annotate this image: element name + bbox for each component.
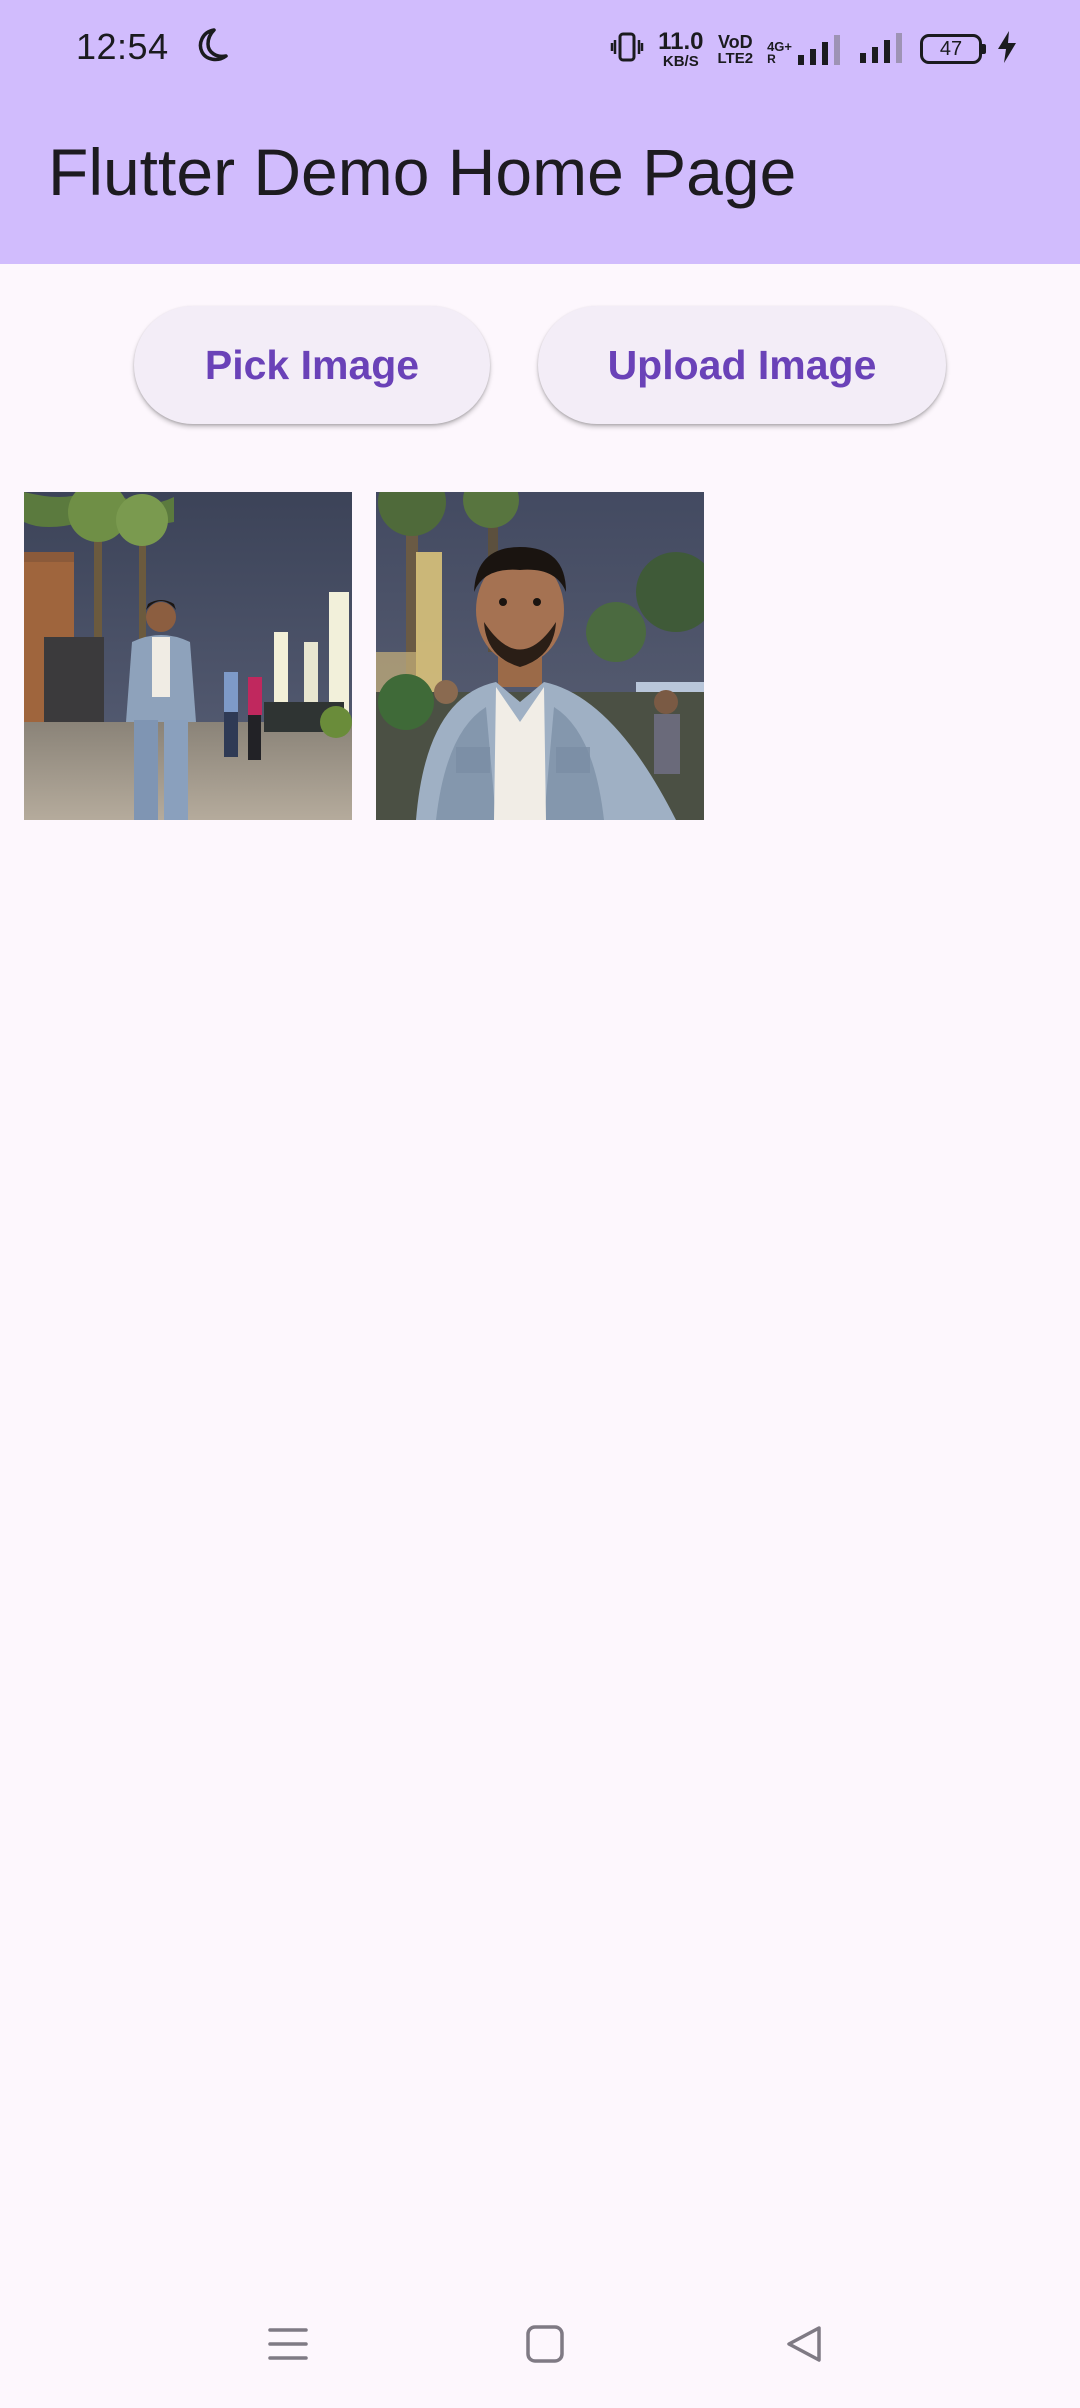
app-header: 12:54 11.0 KB/S VoD LTE2 4G+ R 47 Flutte…	[0, 0, 1080, 264]
net-speed: 11.0 KB/S	[658, 27, 704, 70]
net-speed-unit: KB/S	[662, 52, 699, 70]
page-title: Flutter Demo Home Page	[48, 135, 797, 209]
selected-photo-1	[24, 492, 352, 820]
net-speed-value: 11.0	[658, 27, 704, 55]
battery-level: 47	[939, 37, 963, 60]
selected-photo-2	[376, 492, 704, 820]
signal-icon: 4G+ R	[767, 33, 844, 65]
system-nav-bar	[0, 2276, 1080, 2408]
battery-icon: 47	[920, 34, 986, 64]
status-icons: 11.0 KB/S VoD LTE2 4G+ R 47	[610, 26, 1018, 72]
vibrate-icon	[610, 30, 644, 69]
pick-image-button[interactable]: Pick Image	[134, 306, 490, 424]
volte-top: VoD	[717, 31, 753, 52]
screen: 12:54 11.0 KB/S VoD LTE2 4G+ R 47 Flutte…	[0, 0, 1080, 2408]
moon-icon	[192, 26, 230, 66]
status-time: 12:54	[76, 26, 169, 67]
back-icon[interactable]	[772, 2312, 836, 2376]
volte-bottom: LTE2	[717, 49, 754, 67]
upload-image-button[interactable]: Upload Image	[538, 306, 946, 424]
status-bar: 12:54 11.0 KB/S VoD LTE2 4G+ R 47	[0, 0, 1080, 96]
signal-icon-2	[858, 31, 906, 68]
home-icon[interactable]	[513, 2312, 577, 2376]
volte-indicator: VoD LTE2	[718, 33, 754, 66]
charging-icon	[996, 30, 1018, 69]
menu-icon[interactable]	[256, 2312, 320, 2376]
